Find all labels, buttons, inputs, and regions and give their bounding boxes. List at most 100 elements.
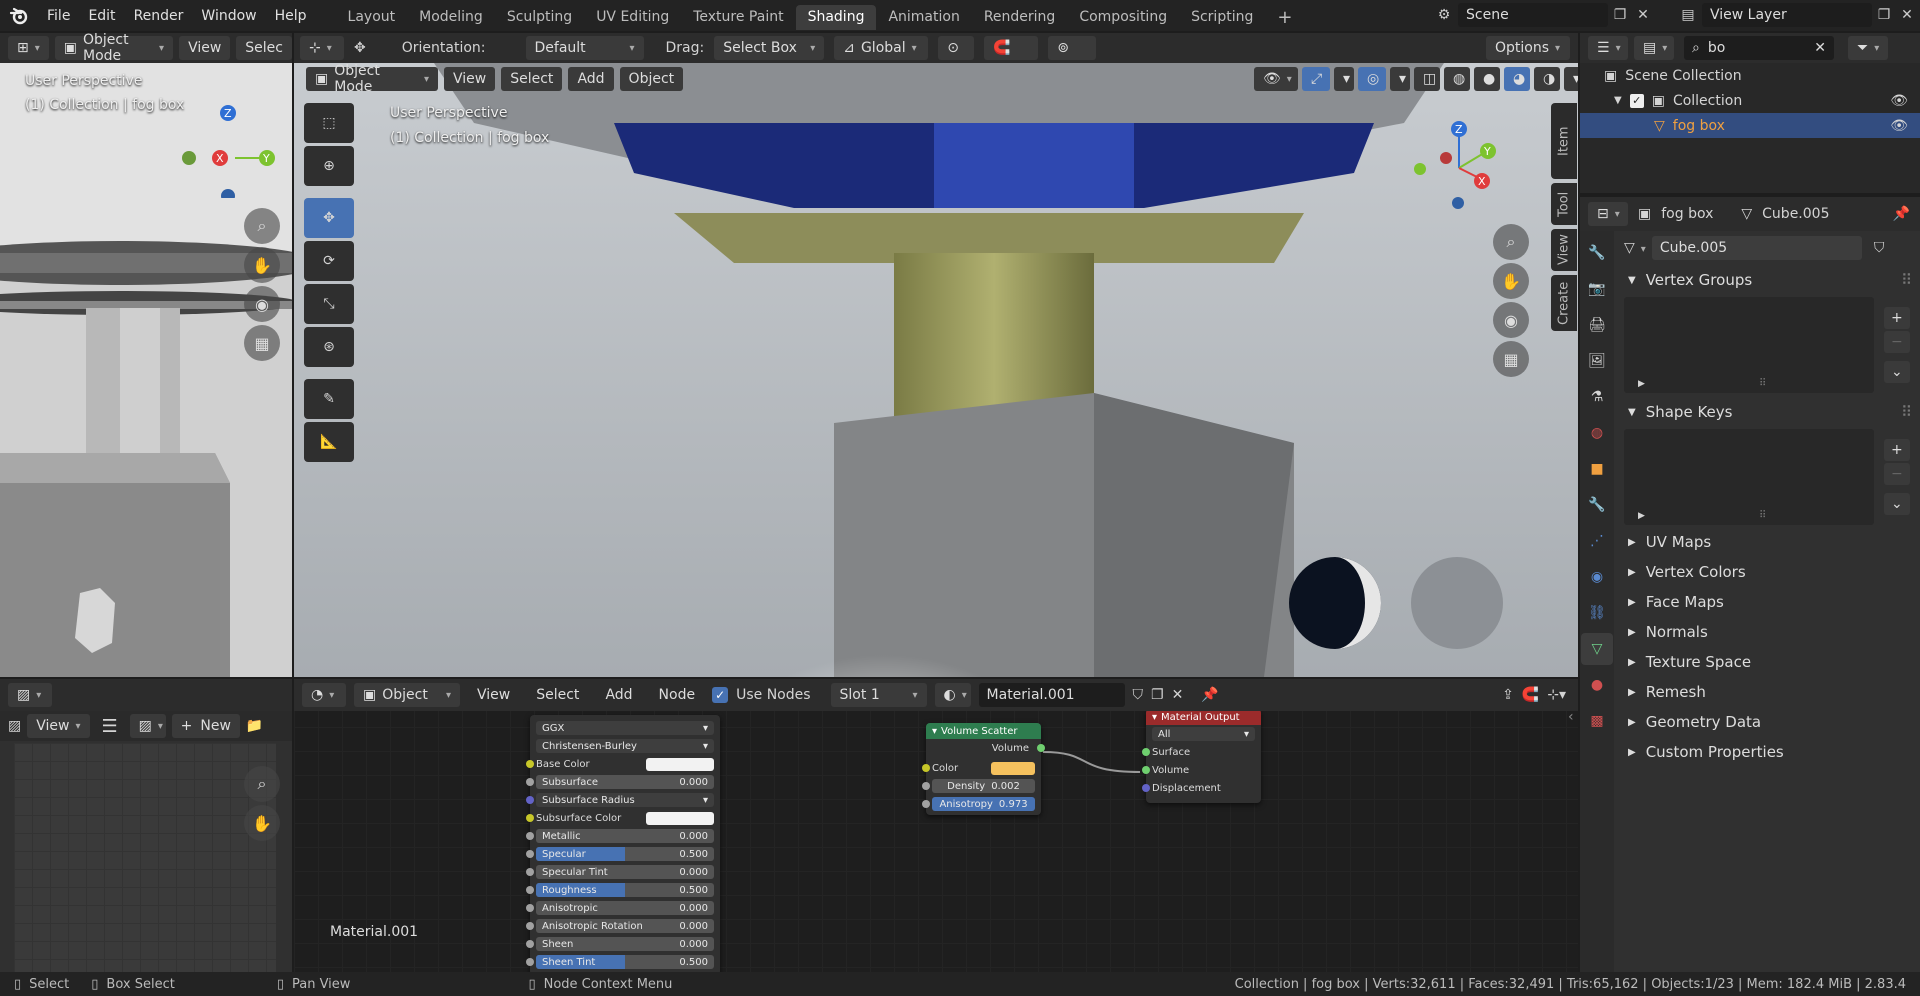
left-mode-dropdown[interactable]: ▣ Object Mode ▾ bbox=[54, 33, 174, 64]
render-properties-icon[interactable]: 📷 bbox=[1581, 273, 1613, 305]
properties-editor-icon[interactable]: ⊟ ▾ bbox=[1588, 202, 1628, 226]
tab-modeling[interactable]: Modeling bbox=[407, 5, 495, 30]
transform-orientation-dropdown[interactable]: ⊿ Global ▾ bbox=[834, 36, 929, 60]
drag-dropdown[interactable]: Select Box ▾ bbox=[714, 36, 825, 60]
orientation-dropdown[interactable]: Default ▾ bbox=[525, 36, 644, 60]
main-view-menu[interactable]: View bbox=[444, 67, 496, 91]
anisotropy-socket[interactable] bbox=[922, 800, 930, 808]
main-camera-icon[interactable]: ◉ bbox=[1493, 302, 1529, 338]
new-scene-icon[interactable]: ❐ bbox=[1608, 7, 1632, 23]
pivot-icon[interactable]: ⊙ bbox=[938, 36, 975, 60]
main-select-menu[interactable]: Select bbox=[501, 67, 563, 91]
new-image-button[interactable]: + New bbox=[171, 714, 240, 738]
sidebar-tab-item[interactable]: Item bbox=[1551, 103, 1577, 179]
image-view-menu[interactable]: View ▾ bbox=[27, 714, 90, 738]
overlay-icon[interactable]: ◎ bbox=[1358, 67, 1386, 91]
panel-texture-space[interactable]: ▶ Texture Space bbox=[1614, 647, 1920, 677]
volume-output-socket[interactable] bbox=[1037, 744, 1045, 752]
menu-render[interactable]: Render bbox=[125, 0, 193, 31]
node-select-menu[interactable]: Select bbox=[527, 683, 588, 707]
duplicate-material-icon[interactable]: ❐ bbox=[1151, 687, 1164, 703]
cursor-tool-icon[interactable]: ⊕ bbox=[304, 146, 354, 186]
left-nav-gizmo[interactable]: Z X Y bbox=[175, 78, 285, 198]
left-zoom-icon[interactable]: ⌕ bbox=[244, 208, 280, 244]
new-view-layer-icon[interactable]: ❐ bbox=[1872, 7, 1896, 23]
menu-window[interactable]: Window bbox=[192, 0, 265, 31]
use-nodes-toggle[interactable]: ✓ Use Nodes bbox=[712, 687, 811, 703]
outliner-display-mode-icon[interactable]: ▤ ▾ bbox=[1634, 36, 1674, 60]
fake-user-shield-icon[interactable]: ⛉ bbox=[1133, 687, 1144, 703]
left-camera-icon[interactable]: ◉ bbox=[244, 286, 280, 322]
transform-tool-icon[interactable]: ⊛ bbox=[304, 327, 354, 367]
collection-visibility-icon[interactable]: 👁 bbox=[1890, 93, 1908, 109]
main-zoom-icon[interactable]: ⌕ bbox=[1493, 224, 1529, 260]
outliner-search-input[interactable]: ⌕ bo ✕ bbox=[1684, 36, 1834, 60]
shape-list-expand-icon[interactable]: ▶ bbox=[1638, 511, 1645, 521]
displacement-socket[interactable] bbox=[1142, 784, 1150, 792]
tab-shading[interactable]: Shading bbox=[795, 4, 877, 30]
wireframe-shading-icon[interactable]: ◍ bbox=[1444, 67, 1470, 91]
left-grid-icon[interactable]: ▦ bbox=[244, 325, 280, 361]
tool-properties-icon[interactable]: 🔧 bbox=[1581, 237, 1613, 269]
shape-keys-list[interactable]: ▶ ⠿ bbox=[1624, 429, 1874, 525]
scale-tool-icon[interactable]: ⤡ bbox=[304, 284, 354, 324]
add-vertex-group-icon[interactable]: + bbox=[1884, 307, 1910, 329]
main-object-menu[interactable]: Object bbox=[619, 67, 684, 91]
list-expand-icon[interactable]: ▶ bbox=[1638, 379, 1645, 389]
node-editor[interactable]: ◔ ▾ ▣ Object ▾ View Select Add Node ✓ Use No… bbox=[294, 679, 1578, 972]
left-viewport[interactable]: ⊞ ▾ ▣ Object Mode ▾ View Selec User Perspec… bbox=[0, 33, 292, 677]
blender-logo-icon[interactable] bbox=[0, 0, 38, 31]
panel-geometry-data[interactable]: ▶ Geometry Data bbox=[1614, 707, 1920, 737]
texture-properties-icon[interactable]: ▩ bbox=[1581, 705, 1613, 737]
particle-properties-icon[interactable]: ⋰ bbox=[1581, 525, 1613, 557]
node-sidebar-toggle-icon[interactable]: ‹ bbox=[1568, 709, 1574, 725]
image-editor[interactable]: ▨ ▾ ▨ View ▾ ☰ ▨ ▾ + New 📁 ⌕ ✋ bbox=[0, 679, 292, 972]
density-slider[interactable]: Density 0.002 bbox=[932, 779, 1035, 793]
outliner-scene-collection[interactable]: ▣ Scene Collection bbox=[1580, 63, 1920, 88]
node-editor-type-icon[interactable]: ◔ ▾ bbox=[302, 683, 346, 707]
node-node-menu[interactable]: Node bbox=[650, 683, 705, 707]
collapse-arrow-icon[interactable]: ▼ bbox=[1614, 95, 1622, 106]
panel-custom-properties[interactable]: ▶ Custom Properties bbox=[1614, 737, 1920, 767]
rendered-shading-icon[interactable]: ◑ bbox=[1534, 67, 1560, 91]
menu-help[interactable]: Help bbox=[266, 0, 316, 31]
tab-scripting[interactable]: Scripting bbox=[1179, 5, 1265, 30]
surface-socket[interactable] bbox=[1142, 748, 1150, 756]
node-view-menu[interactable]: View bbox=[468, 683, 519, 707]
tab-uv-editing[interactable]: UV Editing bbox=[584, 5, 681, 30]
panel-normals[interactable]: ▶ Normals bbox=[1614, 617, 1920, 647]
solid-shading-icon[interactable]: ● bbox=[1474, 67, 1500, 91]
menu-edit[interactable]: Edit bbox=[79, 0, 124, 31]
remove-scene-icon[interactable]: ✕ bbox=[1632, 7, 1654, 23]
data-properties-icon[interactable]: ▽ bbox=[1581, 633, 1613, 665]
clear-search-icon[interactable]: ✕ bbox=[1814, 40, 1826, 56]
mesh-datablock-name[interactable]: Cube.005 bbox=[1651, 236, 1862, 260]
view-layer-name[interactable]: View Layer bbox=[1702, 3, 1872, 27]
overlay-dropdown-icon[interactable]: ▾ bbox=[1390, 67, 1410, 91]
shape-key-specials-icon[interactable]: ⌄ bbox=[1884, 493, 1910, 515]
panel-shape-keys[interactable]: ▼ Shape Keys ⠿ bbox=[1614, 397, 1920, 427]
density-socket[interactable] bbox=[922, 782, 930, 790]
scene-selector[interactable]: ⚙ Scene ❐ ✕ bbox=[1430, 3, 1654, 27]
left-view-menu[interactable]: View bbox=[179, 36, 231, 60]
visibility-icon[interactable]: 👁 ▾ bbox=[1254, 67, 1298, 91]
constraint-properties-icon[interactable]: ⛓ bbox=[1581, 597, 1613, 629]
mesh-data-icon[interactable]: ▽ ▾ bbox=[1624, 240, 1646, 256]
collapse-node-icon[interactable]: ▾ bbox=[932, 726, 937, 737]
sidebar-tab-create[interactable]: Create bbox=[1551, 275, 1577, 331]
outliner-object-fog-box[interactable]: ▽ fog box 👁 bbox=[1580, 113, 1920, 138]
add-workspace-icon[interactable]: + bbox=[1265, 5, 1304, 30]
xray-icon[interactable]: ◫ bbox=[1414, 67, 1440, 91]
target-dropdown[interactable]: All ▾ bbox=[1146, 725, 1261, 743]
measure-tool-icon[interactable]: 📐 bbox=[304, 422, 354, 462]
tab-sculpting[interactable]: Sculpting bbox=[495, 5, 584, 30]
remove-vertex-group-icon[interactable]: − bbox=[1884, 331, 1910, 353]
image-canvas[interactable] bbox=[14, 743, 276, 972]
shape-list-resize-icon[interactable]: ⠿ bbox=[1759, 510, 1766, 521]
tool-type-icon[interactable]: ⊹ ▾ bbox=[300, 36, 344, 60]
tab-layout[interactable]: Layout bbox=[336, 5, 408, 30]
node-snap-icon[interactable]: 🧲 bbox=[1522, 687, 1539, 703]
material-output-header[interactable]: ▾ Material Output bbox=[1146, 709, 1261, 725]
list-resize-icon[interactable]: ⠿ bbox=[1759, 378, 1766, 389]
node-snap-target-icon[interactable]: ⊹▾ bbox=[1547, 687, 1566, 703]
